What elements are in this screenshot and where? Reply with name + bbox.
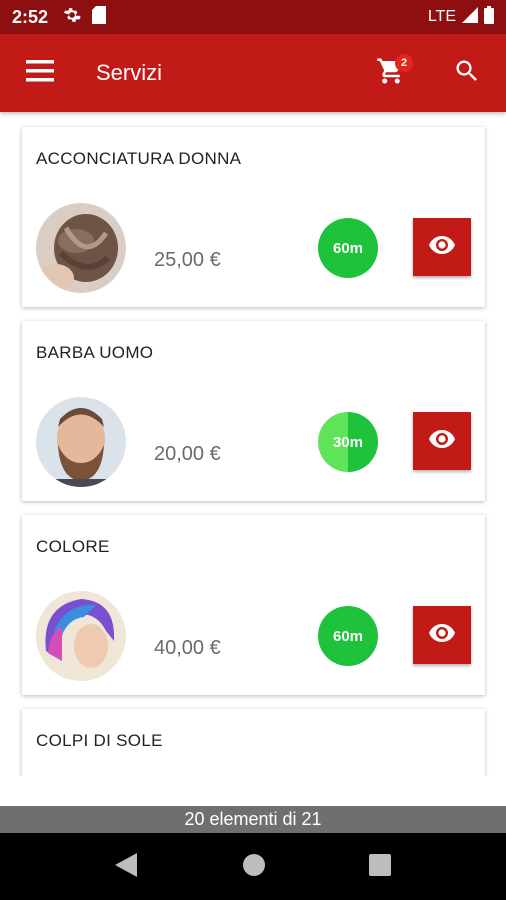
service-card[interactable]: ACCONCIATURA DONNA 25,00 € 60m — [22, 127, 485, 307]
service-name: COLORE — [36, 537, 110, 556]
system-nav-bar — [0, 833, 506, 900]
services-list[interactable]: ACCONCIATURA DONNA 25,00 € 60m BARBA UOM… — [0, 112, 506, 776]
eye-icon — [429, 429, 455, 453]
recents-square-icon — [369, 853, 391, 881]
service-name: COLPI DI SOLE — [36, 731, 163, 750]
duration-badge: 30m — [318, 412, 378, 472]
signal-icon — [462, 6, 478, 28]
eye-icon — [429, 235, 455, 259]
network-label: LTE — [427, 8, 456, 25]
app-bar: Servizi 2 — [0, 34, 506, 112]
service-price: 25,00 € — [154, 249, 221, 271]
settings-icon — [62, 5, 82, 30]
service-name: ACCONCIATURA DONNA — [36, 149, 242, 168]
search-icon — [453, 57, 481, 90]
cart-button[interactable]: 2 — [366, 48, 416, 98]
service-card[interactable]: BARBA UOMO 20,00 € 30m — [22, 321, 485, 501]
service-name: BARBA UOMO — [36, 343, 154, 362]
search-button[interactable] — [442, 48, 492, 98]
cart-count-badge: 2 — [395, 54, 413, 72]
items-counter: 20 elementi di 21 — [0, 806, 506, 833]
view-button[interactable] — [413, 412, 471, 470]
duration-badge: 60m — [318, 606, 378, 666]
status-right: LTE — [427, 5, 494, 29]
page-title: Servizi — [96, 60, 163, 85]
service-card[interactable]: COLORE 40,00 € 60m — [22, 515, 485, 695]
back-triangle-icon — [115, 852, 137, 882]
service-photo-hairstyle — [36, 203, 126, 293]
status-time: 2:52 — [12, 6, 49, 27]
service-price: 40,00 € — [154, 637, 221, 659]
battery-icon — [484, 5, 494, 29]
service-photo-beard — [36, 397, 126, 487]
duration-badge: 60m — [318, 218, 378, 278]
hamburger-icon — [26, 59, 54, 87]
home-circle-icon — [242, 853, 266, 882]
recents-button[interactable] — [367, 853, 393, 881]
service-price: 20,00 € — [154, 443, 221, 465]
status-bar: 2:52 LTE — [0, 0, 506, 34]
view-button[interactable] — [413, 606, 471, 664]
home-button[interactable] — [241, 853, 267, 882]
view-button[interactable] — [413, 218, 471, 276]
eye-icon — [429, 623, 455, 647]
service-photo-color — [36, 591, 126, 681]
menu-button[interactable] — [0, 34, 80, 112]
sd-card-icon — [92, 5, 107, 29]
service-card[interactable]: COLPI DI SOLE — [22, 709, 485, 776]
back-button[interactable] — [113, 852, 139, 882]
